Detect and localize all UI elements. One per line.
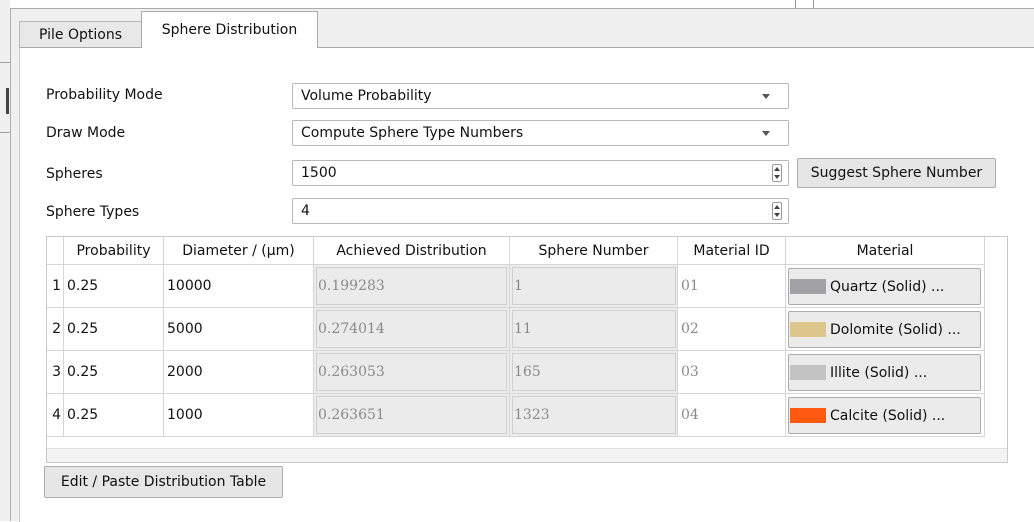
row-header[interactable]: 3 <box>47 351 64 394</box>
suggest-sphere-number-button[interactable]: Suggest Sphere Number <box>797 158 996 188</box>
probability-mode-select[interactable]: Volume Probability <box>292 83 789 109</box>
sphere-number-cell: 11 <box>510 308 678 351</box>
sphere-number-cell: 165 <box>510 351 678 394</box>
material-color-swatch <box>790 322 826 337</box>
spin-arrows-icon[interactable] <box>772 202 782 220</box>
material-cell: Dolomite (Solid) ... <box>786 308 985 351</box>
material-button[interactable]: Quartz (Solid) ... <box>788 268 981 305</box>
material-button[interactable]: Dolomite (Solid) ... <box>788 311 981 348</box>
achieved-distribution-cell: 0.199283 <box>314 265 510 308</box>
row-header[interactable]: 1 <box>47 265 64 308</box>
column-header-sphere-number[interactable]: Sphere Number <box>510 237 678 265</box>
material-label: Dolomite (Solid) ... <box>830 321 961 338</box>
material-label: Quartz (Solid) ... <box>830 278 945 295</box>
achieved-distribution-cell: 0.274014 <box>314 308 510 351</box>
diameter-cell[interactable]: 10000 <box>164 265 314 308</box>
probability-mode-value: Volume Probability <box>301 88 432 104</box>
probability-cell[interactable]: 0.25 <box>64 394 164 437</box>
sphere-distribution-pane: Probability Mode Volume Probability Draw… <box>19 47 1034 522</box>
material-color-swatch <box>790 408 826 423</box>
probability-cell[interactable]: 0.25 <box>64 308 164 351</box>
row-header[interactable]: 4 <box>47 394 64 437</box>
material-id-cell[interactable]: 03 <box>678 351 786 394</box>
sphere-types-label: Sphere Types <box>46 204 140 220</box>
sphere-types-value: 4 <box>301 203 310 219</box>
column-header-probability[interactable]: Probability <box>64 237 164 265</box>
probability-cell[interactable]: 0.25 <box>64 265 164 308</box>
spheres-value: 1500 <box>301 165 337 181</box>
row-header[interactable]: 2 <box>47 308 64 351</box>
material-id-cell[interactable]: 02 <box>678 308 786 351</box>
material-color-swatch <box>790 279 826 294</box>
column-header-achieved-distribution[interactable]: Achieved Distribution <box>314 237 510 265</box>
chevron-down-icon <box>762 94 770 99</box>
background-marker <box>6 88 9 114</box>
column-header-diameter[interactable]: Diameter / (µm) <box>164 237 314 265</box>
material-id-cell[interactable]: 01 <box>678 265 786 308</box>
probability-mode-label: Probability Mode <box>46 87 163 103</box>
material-color-swatch <box>790 365 826 380</box>
material-cell: Calcite (Solid) ... <box>786 394 985 437</box>
material-label: Illite (Solid) ... <box>830 364 928 381</box>
spheres-spinbox[interactable]: 1500 <box>292 160 789 186</box>
spheres-label: Spheres <box>46 166 103 182</box>
sphere-types-spinbox[interactable]: 4 <box>292 198 789 224</box>
sphere-number-cell: 1 <box>510 265 678 308</box>
diameter-cell[interactable]: 1000 <box>164 394 314 437</box>
material-cell: Illite (Solid) ... <box>786 351 985 394</box>
draw-mode-label: Draw Mode <box>46 125 126 141</box>
background-divider <box>0 132 10 133</box>
draw-mode-select[interactable]: Compute Sphere Type Numbers <box>292 120 789 146</box>
diameter-cell[interactable]: 5000 <box>164 308 314 351</box>
distribution-table: Probability Diameter / (µm) Achieved Dis… <box>46 236 1008 463</box>
table-corner <box>47 237 64 265</box>
probability-cell[interactable]: 0.25 <box>64 351 164 394</box>
diameter-cell[interactable]: 2000 <box>164 351 314 394</box>
background-divider <box>0 62 10 63</box>
column-header-material[interactable]: Material <box>786 237 985 265</box>
material-button[interactable]: Illite (Solid) ... <box>788 354 981 391</box>
horizontal-scrollbar[interactable] <box>47 448 1007 462</box>
edit-paste-distribution-table-button[interactable]: Edit / Paste Distribution Table <box>44 466 283 498</box>
background-divider <box>813 0 814 8</box>
material-cell: Quartz (Solid) ... <box>786 265 985 308</box>
material-label: Calcite (Solid) ... <box>830 407 946 424</box>
sphere-number-cell: 1323 <box>510 394 678 437</box>
material-id-cell[interactable]: 04 <box>678 394 786 437</box>
draw-mode-value: Compute Sphere Type Numbers <box>301 125 524 141</box>
achieved-distribution-cell: 0.263651 <box>314 394 510 437</box>
dialog: Pile Options Sphere Distribution Probabi… <box>10 8 1034 522</box>
tab-pile-options[interactable]: Pile Options <box>19 21 142 48</box>
chevron-down-icon <box>762 131 770 136</box>
spin-arrows-icon[interactable] <box>772 164 782 182</box>
material-button[interactable]: Calcite (Solid) ... <box>788 397 981 434</box>
column-header-material-id[interactable]: Material ID <box>678 237 786 265</box>
achieved-distribution-cell: 0.263053 <box>314 351 510 394</box>
tab-sphere-distribution[interactable]: Sphere Distribution <box>141 11 318 48</box>
background-divider <box>795 0 796 8</box>
background-window-edge <box>0 0 10 521</box>
